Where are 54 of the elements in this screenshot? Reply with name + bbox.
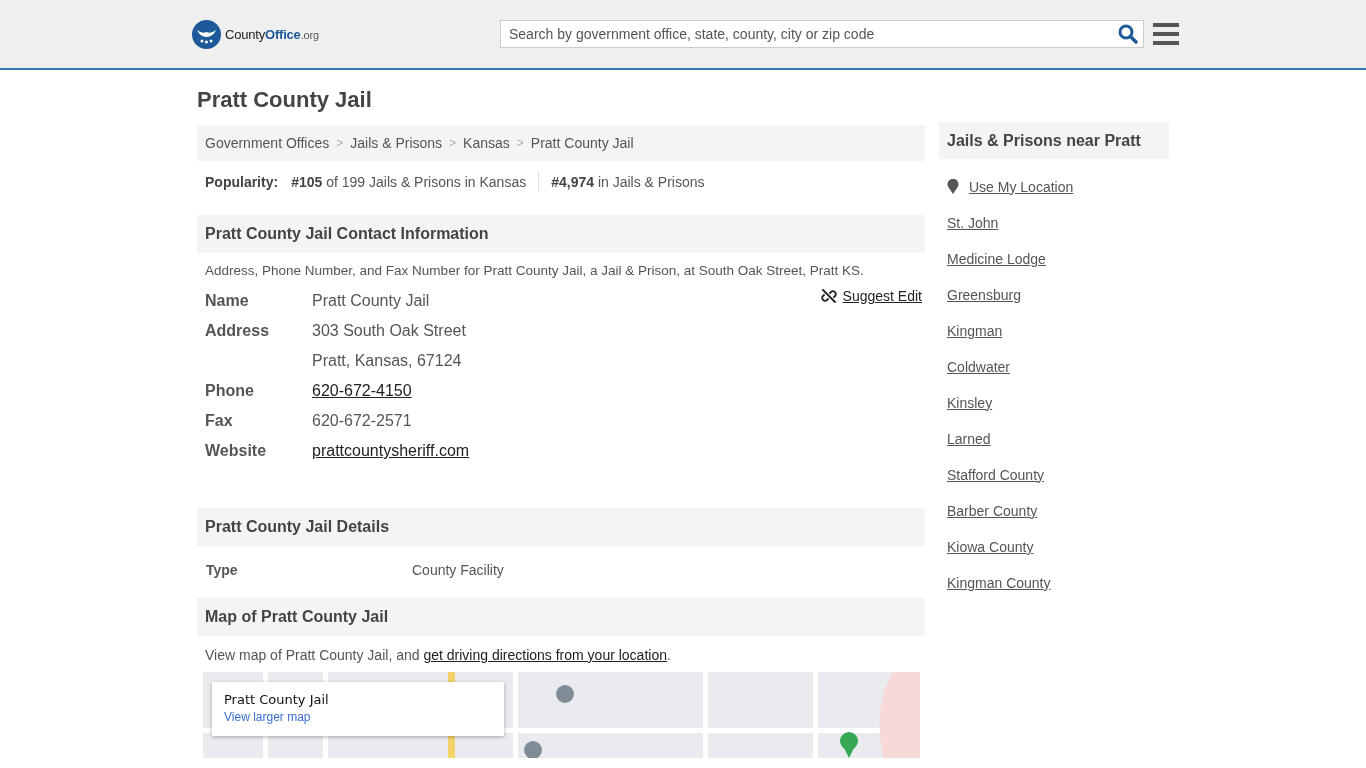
nearby-link[interactable]: Kinsley bbox=[947, 393, 993, 412]
suggest-edit-link[interactable]: Suggest Edit bbox=[842, 288, 922, 304]
nearby-link[interactable]: Barber County bbox=[947, 501, 1038, 520]
field-value: County Facility bbox=[412, 562, 504, 578]
logo-text: CountyOffice.org bbox=[225, 26, 319, 42]
nearby-link[interactable]: Kiowa County bbox=[947, 537, 1034, 556]
search-icon[interactable] bbox=[1118, 24, 1138, 44]
field-label: Phone bbox=[205, 382, 254, 399]
larger-map-link[interactable]: View larger map bbox=[224, 710, 311, 724]
nearby-link[interactable]: Stafford County bbox=[947, 465, 1045, 484]
field-label: Type bbox=[206, 562, 238, 578]
nearby-link[interactable]: Kingman County bbox=[947, 573, 1051, 592]
section-heading: Map of Pratt County Jail bbox=[197, 598, 925, 636]
use-location-link[interactable]: Use My Location bbox=[969, 177, 1074, 196]
field-label: Fax bbox=[205, 412, 233, 429]
field-label: Address bbox=[205, 322, 270, 339]
breadcrumb-link[interactable]: Jails & Prisons bbox=[350, 135, 443, 151]
breadcrumb-separator: > bbox=[516, 136, 524, 150]
field-label: Name bbox=[205, 292, 249, 309]
section-description: Address, Phone Number, and Fax Number for Pratt County Jail, a Jail & Prison, at South Oak Street, Pratt KS. bbox=[204, 262, 865, 280]
field-value: Pratt County Jail bbox=[312, 292, 430, 310]
field-label: Website bbox=[205, 442, 267, 459]
page-title: Pratt County Jail bbox=[197, 87, 373, 113]
section-description: View map of Pratt County Jail, and get driving directions from your location. bbox=[204, 646, 672, 665]
nearby-link[interactable]: Medicine Lodge bbox=[947, 249, 1046, 268]
place-name: Pratt County Jail bbox=[224, 692, 330, 707]
nearby-link[interactable]: St. John bbox=[947, 213, 999, 232]
search-field[interactable]: Search by government office, state, county, city or zip code bbox=[500, 20, 1144, 48]
field-link[interactable]: 620-672-4150 bbox=[312, 382, 412, 400]
eagle-logo-icon bbox=[192, 19, 221, 49]
breadcrumb-link[interactable]: Pratt County Jail bbox=[530, 135, 634, 151]
broken-link-icon[interactable] bbox=[820, 288, 837, 304]
field-value: Pratt, Kansas, 67124 bbox=[312, 352, 462, 370]
location-pin-icon bbox=[947, 179, 959, 194]
nearby-link[interactable]: Greensburg bbox=[947, 285, 1021, 304]
popularity-rank: #4,974 in Jails & Prisons bbox=[551, 174, 705, 190]
popularity-rank: #105 of 199 Jails & Prisons in Kansas bbox=[291, 174, 527, 190]
menu-icon[interactable] bbox=[1153, 23, 1179, 45]
nearby-link[interactable]: Coldwater bbox=[947, 357, 1011, 376]
field-value: 303 South Oak Street bbox=[312, 322, 466, 340]
field-link[interactable]: prattcountysheriff.com bbox=[312, 442, 470, 460]
popularity-label: Popularity: bbox=[205, 174, 279, 190]
field-value: 620-672-2571 bbox=[312, 412, 412, 430]
directions-link[interactable]: get driving directions from your location bbox=[423, 647, 667, 663]
breadcrumb-link[interactable]: Government Offices bbox=[205, 135, 330, 151]
nearby-link[interactable]: Kingman bbox=[947, 321, 1003, 340]
section-heading: Pratt County Jail Details bbox=[197, 508, 925, 546]
breadcrumb-separator: > bbox=[336, 136, 344, 150]
nearby-link[interactable]: Larned bbox=[947, 429, 991, 448]
site-logo[interactable]: CountyOffice.org bbox=[192, 19, 319, 49]
breadcrumb-separator: > bbox=[449, 136, 457, 150]
section-heading: Pratt County Jail Contact Information bbox=[197, 215, 925, 253]
breadcrumb-link[interactable]: Kansas bbox=[463, 135, 510, 151]
sidebar-heading: Jails & Prisons near Pratt bbox=[939, 122, 1169, 159]
